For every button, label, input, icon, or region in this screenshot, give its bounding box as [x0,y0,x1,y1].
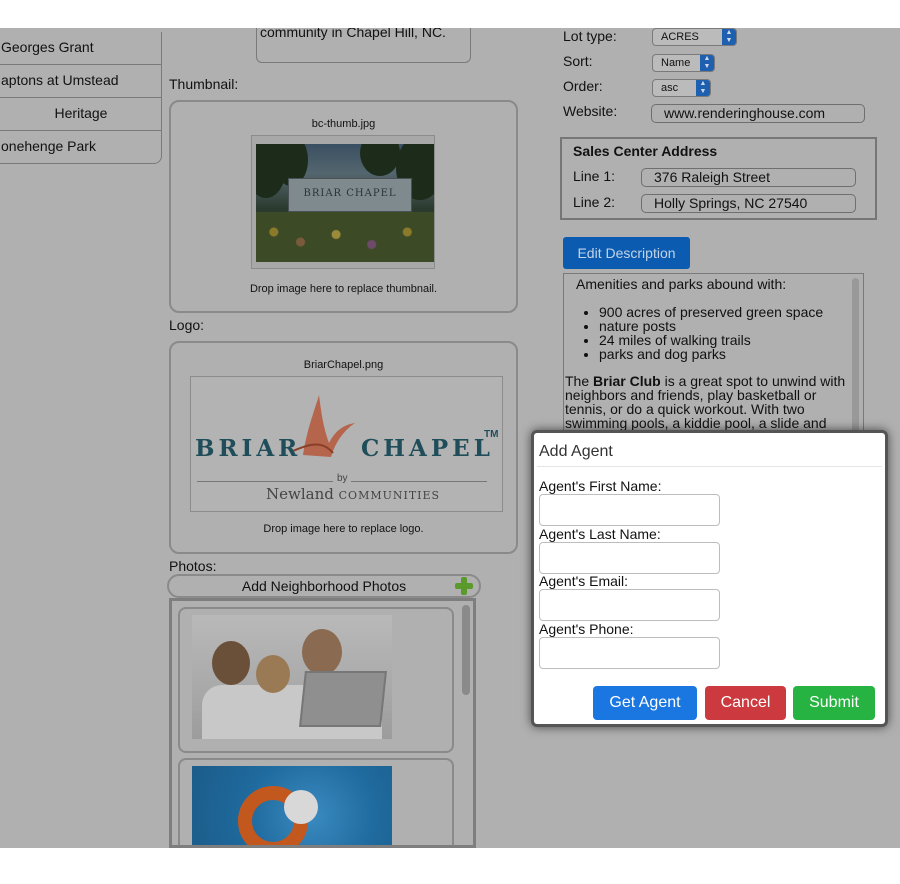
amenities-list: 900 acres of preserved green space natur… [578,305,823,361]
email-label: Agent's Email: [539,573,629,589]
first-name-input[interactable] [539,494,720,526]
last-name-input[interactable] [539,542,720,574]
photo-card[interactable] [178,758,454,845]
line2-label: Line 2: [573,194,616,210]
page-backdrop: Georges Grant aptons at Umstead Heritage… [0,28,900,848]
photos-list[interactable] [169,598,476,848]
logo-dropzone[interactable]: BriarChapel.png BRIAR CHAPEL TM by Newla… [169,341,518,554]
thumbnail-filename: bc-thumb.jpg [311,118,376,130]
thumbnail-label: Thumbnail: [169,76,239,92]
logo-filename: BriarChapel.png [303,359,384,371]
description-body: The Briar Club is a great spot to unwind… [565,373,846,431]
order-select[interactable]: asc ▲ ▼ [652,79,711,97]
line1-input[interactable]: 376 Raleigh Street [641,168,856,187]
thumbnail-photo: BRIAR CHAPEL [256,144,434,262]
thumbnail-dropzone[interactable]: bc-thumb.jpg BRIAR CHAPEL Drop image her… [169,100,518,313]
sign-text: BRIAR CHAPEL [288,178,412,212]
website-input[interactable]: www.renderinghouse.com [651,104,865,123]
add-agent-modal: Add Agent Agent's First Name: Agent's La… [531,430,888,727]
neighborhood-item[interactable]: aptons at Umstead [0,65,162,98]
add-photos-button[interactable]: Add Neighborhood Photos [167,574,481,598]
select-arrows-icon: ▲ ▼ [722,29,736,45]
description-preview[interactable]: Amenities and parks abound with: 900 acr… [563,273,864,443]
modal-title: Add Agent [539,443,613,460]
pool-photo [192,766,392,845]
first-name-label: Agent's First Name: [539,478,662,494]
submit-button[interactable]: Submit [793,686,875,720]
neighborhood-list: Georges Grant aptons at Umstead Heritage… [0,32,162,164]
short-description-textarea[interactable]: 50s in Briar Chapel, a green built commu… [256,28,471,63]
logo-trademark: TM [484,429,499,440]
order-label: Order: [563,78,603,94]
family-photo [192,615,392,739]
logo-word-left: BRIAR [195,435,302,462]
neighborhood-item-label: Georges Grant [1,39,94,55]
logo-by: by [337,473,348,484]
lot-type-select[interactable]: ACRES ▲ ▼ [652,28,737,46]
list-item: 900 acres of preserved green space [599,305,823,319]
add-photos-label: Add Neighborhood Photos [241,578,407,594]
line2-input[interactable]: Holly Springs, NC 27540 [641,194,856,213]
list-item: parks and dog parks [599,347,823,361]
line1-label: Line 1: [573,168,616,184]
phone-label: Agent's Phone: [539,621,634,637]
email-input[interactable] [539,589,720,621]
sales-center-title: Sales Center Address [573,143,718,159]
cancel-button[interactable]: Cancel [705,686,786,720]
website-label: Website: [563,103,618,119]
lot-type-value: ACRES [661,31,699,43]
line2-value: Holly Springs, NC 27540 [654,195,808,211]
logo-newland: Newland COMMUNITIES [266,485,441,503]
get-agent-button[interactable]: Get Agent [593,686,697,720]
logo-image: BRIAR CHAPEL TM by Newland COMMUNITIES [190,376,503,512]
plus-icon [455,577,473,595]
line1-value: 376 Raleigh Street [654,169,770,185]
neighborhood-item-label: aptons at Umstead [1,72,119,88]
logo-hint: Drop image here to replace logo. [263,523,424,535]
website-value: www.renderinghouse.com [664,105,826,121]
modal-divider [537,466,882,467]
sort-value: Name [661,57,691,69]
neighborhood-item[interactable]: Heritage [0,98,162,131]
list-item: nature posts [599,319,823,333]
neighborhood-item-label: Heritage [54,105,108,121]
list-item: 24 miles of walking trails [599,333,823,347]
logo-label: Logo: [169,317,205,333]
logo-communities: COMMUNITIES [338,489,441,502]
logo-word-right: CHAPEL [361,435,494,462]
sort-select[interactable]: Name ▲ ▼ [652,54,715,72]
neighborhood-item[interactable]: Georges Grant [0,32,162,65]
select-arrows-icon: ▲ ▼ [700,55,714,71]
thumbnail-hint: Drop image here to replace thumbnail. [249,283,438,295]
lot-type-label: Lot type: [563,28,617,44]
photos-label: Photos: [169,558,217,574]
short-description-text: 50s in Briar Chapel, a green built commu… [260,28,446,40]
thumbnail-image: BRIAR CHAPEL [251,135,435,269]
photos-scrollbar[interactable] [462,605,470,845]
description-scrollbar[interactable] [852,278,859,438]
sort-label: Sort: [563,53,593,69]
last-name-label: Agent's Last Name: [539,526,661,542]
sales-center-address: Sales Center Address Line 1: 376 Raleigh… [560,137,877,220]
neighborhood-item-label: onehenge Park [1,138,96,154]
description-intro: Amenities and parks abound with: [576,276,787,292]
edit-description-button[interactable]: Edit Description [563,237,690,269]
select-arrows-icon: ▲ ▼ [696,80,710,96]
photo-card[interactable] [178,607,454,753]
neighborhood-item[interactable]: onehenge Park [0,131,162,164]
phone-input[interactable] [539,637,720,669]
photos-scrollbar-thumb[interactable] [462,605,470,695]
bird-logo-icon [292,395,355,457]
order-value: asc [661,82,679,94]
